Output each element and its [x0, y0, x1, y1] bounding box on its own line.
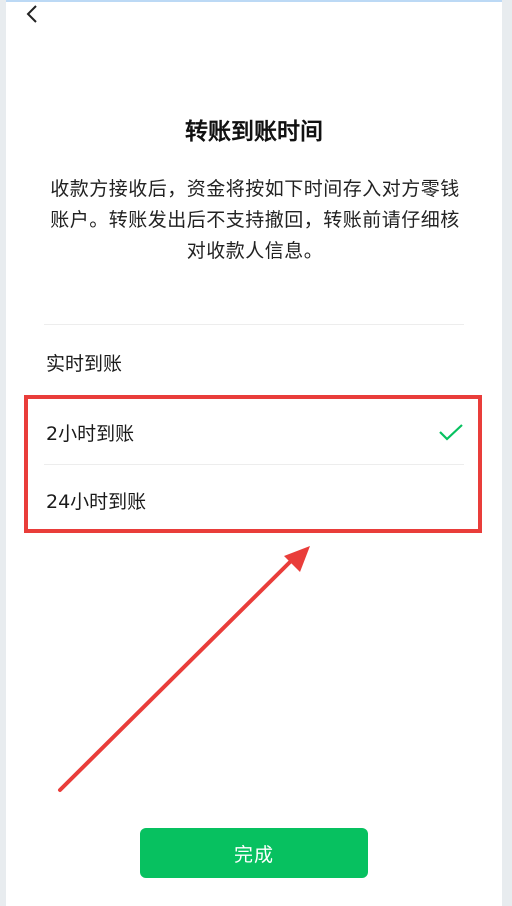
annotation-arrow — [58, 546, 310, 792]
